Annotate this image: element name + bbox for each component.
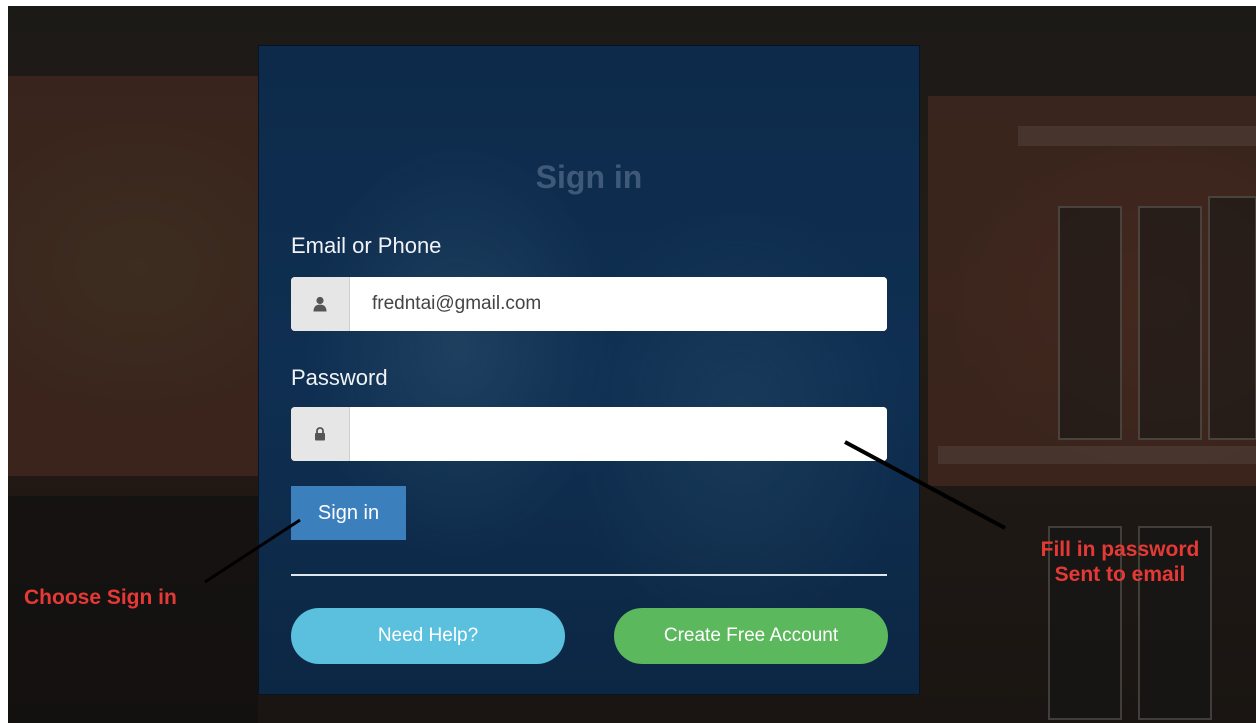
annotation-arrow-password [844, 440, 1006, 530]
annotation-arrow-sign-in [204, 518, 301, 584]
annotation-fill-password-line2: Sent to email [1054, 563, 1186, 586]
screenshot-stage: Sign in Email or Phone Password Sign in [0, 0, 1256, 723]
annotation-fill-password: Fill in password Sent to email [1000, 537, 1240, 587]
annotation-fill-password-line1: Fill in password [1040, 538, 1200, 561]
annotation-choose-sign-in: Choose Sign in [24, 586, 177, 609]
annotation-arrows [204, 440, 1006, 584]
